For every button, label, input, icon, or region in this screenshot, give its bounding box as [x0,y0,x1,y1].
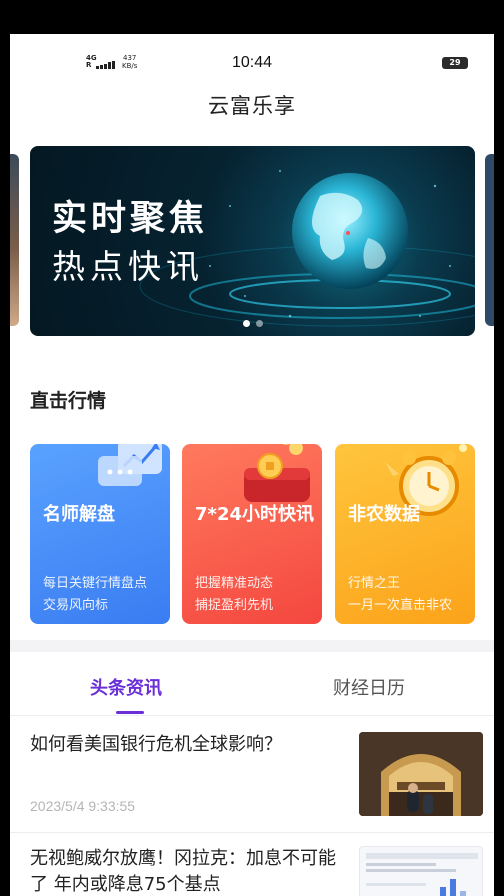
banner-headline: 实时聚焦 [52,199,209,239]
phone-screen: 4G R 437 KB/s 10:44 29 云富乐享 实时聚焦 热点快讯 直击… [10,34,494,896]
carousel-indicator [30,312,475,331]
banner-prev-slide[interactable] [10,154,19,326]
card-desc: 交易风向标 [43,598,109,613]
card-desc: 捕捉盈利先机 [195,598,274,613]
card-desc: 每日关键行情盘点 [43,576,148,591]
tab-divider [10,715,494,716]
status-bar: 4G R 437 KB/s 10:44 29 [10,34,494,78]
hero-banner[interactable]: 实时聚焦 热点快讯 [30,146,475,336]
status-time: 10:44 [231,54,273,71]
chart-screenshot[interactable] [359,846,483,896]
news-title[interactable]: 无视鲍威尔放鹰！冈拉克：加息不可能了 年内或降息75个基点 [30,846,350,896]
tab-calendar[interactable]: 财经日历 [333,674,405,700]
bank-building-photo[interactable] [359,732,483,816]
card-24h-news[interactable]: 7*24小时快讯 把握精准动态 捕捉盈利先机 [182,444,322,624]
section-title: 直击行情 [30,390,107,412]
page-title: 云富乐享 [208,94,296,118]
news-date: 2023/5/4 9:33:55 [30,798,136,814]
card-title: 7*24小时快讯 [195,504,314,525]
carousel-dot[interactable] [242,320,250,327]
active-tab-indicator [116,711,144,714]
card-title: 名师解盘 [43,504,115,525]
news-divider [10,832,494,833]
card-nonfarm-data[interactable]: 非农数据 行情之王 一月一次直击非农 [335,444,475,624]
tab-headlines[interactable]: 头条资讯 [90,674,162,700]
carousel-dot[interactable] [255,320,263,327]
banner-next-slide[interactable] [485,154,494,326]
banner-subheadline: 热点快讯 [52,247,204,286]
card-expert-analysis[interactable]: 名师解盘 每日关键行情盘点 交易风向标 [30,444,170,624]
card-title: 非农数据 [348,504,420,525]
card-desc: 把握精准动态 [195,576,274,591]
battery-icon: 29 [442,57,468,69]
card-desc: 一月一次直击非农 [348,598,453,613]
section-divider [10,640,494,652]
news-title[interactable]: 如何看美国银行危机全球影响？ [30,732,345,758]
card-desc: 行情之王 [348,576,401,591]
